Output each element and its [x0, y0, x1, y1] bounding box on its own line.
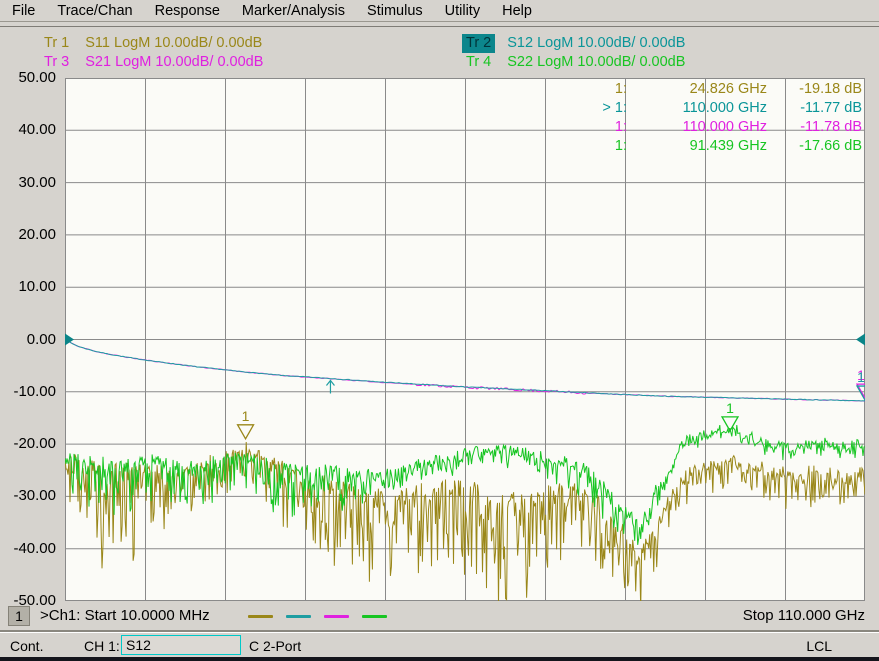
marker-number: 1: [557, 137, 627, 156]
reference-level-marker-right[interactable] [856, 334, 865, 346]
stop-frequency-label: Stop 110.000 GHz [743, 607, 865, 624]
status-bar: Cont. CH 1: S12 C 2-Port LCL [0, 632, 879, 658]
marker-frequency: 110.000 GHz [627, 118, 767, 137]
channel-label: CH 1: [84, 638, 120, 654]
trace-plot: 1111 [65, 78, 865, 601]
start-frequency-label: >Ch1: Start 10.0000 MHz [40, 607, 210, 624]
y-axis-tick-label: -40.00 [0, 540, 56, 558]
menu-bar: File Trace/Chan Response Marker/Analysis… [0, 0, 879, 22]
trace-color-dash-tr3 [324, 615, 349, 618]
marker-label-s11: 1 [242, 408, 250, 424]
menu-utility[interactable]: Utility [445, 3, 480, 19]
marker-value: -19.18 dB [767, 80, 862, 99]
marker-readout-row-tr2: > 1: 110.000 GHz -11.77 dB [557, 99, 862, 118]
y-axis-tick-label: -30.00 [0, 487, 56, 505]
y-axis-tick-label: 20.00 [0, 226, 56, 244]
y-axis-tick-label: 50.00 [0, 69, 56, 87]
y-axis-tick-label: 0.00 [0, 331, 56, 349]
trace-color-dash-tr1 [248, 615, 273, 618]
y-axis-tick-label: -20.00 [0, 435, 56, 453]
marker-number-active: > 1: [557, 99, 627, 118]
marker-frequency: 110.000 GHz [627, 99, 767, 118]
marker-frequency: 24.826 GHz [627, 80, 767, 99]
trace-select-tr1[interactable]: Tr 1 [40, 34, 73, 53]
trace-legend-tr3: Tr 3 S21 LogM 10.00dB/ 0.00dB [40, 53, 263, 72]
marker-value: -11.77 dB [767, 99, 862, 118]
marker-readout-row-tr1: 1: 24.826 GHz -19.18 dB [557, 80, 862, 99]
trace-legend-tr2: Tr 2 S12 LogM 10.00dB/ 0.00dB [462, 34, 685, 53]
cal-status: C 2-Port [249, 638, 301, 654]
trace-legend-right: Tr 2 S12 LogM 10.00dB/ 0.00dB Tr 4 S22 L… [462, 34, 685, 72]
menu-file[interactable]: File [12, 3, 35, 19]
menu-help[interactable]: Help [502, 3, 532, 19]
marker-frequency: 91.439 GHz [627, 137, 767, 156]
plot-area: 1111 1: 24.826 GHz -19.18 dB > 1: 110.00… [65, 78, 865, 601]
y-axis-labels: 50.0040.0030.0020.0010.000.00-10.00-20.0… [0, 78, 60, 601]
trace-legend-tr4: Tr 4 S22 LogM 10.00dB/ 0.00dB [462, 53, 685, 72]
marker-value: -17.66 dB [767, 137, 862, 156]
menu-response[interactable]: Response [155, 3, 220, 19]
marker-readout-row-tr4: 1: 91.439 GHz -17.66 dB [557, 137, 862, 156]
marker-label-s12: 1 [857, 369, 865, 385]
trace-select-tr2[interactable]: Tr 2 [462, 34, 495, 53]
marker-readout: 1: 24.826 GHz -19.18 dB > 1: 110.000 GHz… [557, 80, 862, 156]
trace-color-key [248, 607, 387, 625]
menu-marker-analysis[interactable]: Marker/Analysis [242, 3, 345, 19]
trace-legend-left: Tr 1 S11 LogM 10.00dB/ 0.00dB Tr 3 S21 L… [40, 34, 263, 72]
trace-format-tr1: S11 LogM 10.00dB/ 0.00dB [85, 34, 262, 53]
stimulus-bar: 1 >Ch1: Start 10.0000 MHz Stop 110.000 G… [0, 603, 879, 631]
window-edge [0, 657, 879, 661]
trace-color-dash-tr4 [362, 615, 387, 618]
display-area: Tr 1 S11 LogM 10.00dB/ 0.00dB Tr 3 S21 L… [0, 26, 879, 632]
y-axis-tick-label: 40.00 [0, 121, 56, 139]
menu-trace-chan[interactable]: Trace/Chan [57, 3, 132, 19]
marker-value: -11.78 dB [767, 118, 862, 137]
marker-1-s12[interactable] [857, 386, 865, 400]
channel-indicator[interactable]: 1 [8, 606, 30, 626]
lcl-indicator: LCL [806, 638, 832, 654]
y-axis-tick-label: -10.00 [0, 383, 56, 401]
pna-window: File Trace/Chan Response Marker/Analysis… [0, 0, 879, 661]
measurement-box[interactable]: S12 [121, 635, 241, 655]
marker-number: 1: [557, 80, 627, 99]
trace-color-dash-tr2 [286, 615, 311, 618]
marker-label-s22: 1 [726, 400, 734, 416]
marker-readout-row-tr3: 1: 110.000 GHz -11.78 dB [557, 118, 862, 137]
menu-stimulus[interactable]: Stimulus [367, 3, 423, 19]
y-axis-tick-label: 10.00 [0, 278, 56, 296]
trace-legend-tr1: Tr 1 S11 LogM 10.00dB/ 0.00dB [40, 34, 263, 53]
y-axis-tick-label: 30.00 [0, 174, 56, 192]
marker-number: 1: [557, 118, 627, 137]
trace-format-tr3: S21 LogM 10.00dB/ 0.00dB [85, 53, 263, 72]
trace-format-tr4: S22 LogM 10.00dB/ 0.00dB [507, 53, 685, 72]
trace-format-tr2: S12 LogM 10.00dB/ 0.00dB [507, 34, 685, 53]
trace-select-tr4[interactable]: Tr 4 [462, 53, 495, 72]
marker-1-s11[interactable] [238, 425, 254, 439]
sweep-status: Cont. [10, 638, 43, 654]
